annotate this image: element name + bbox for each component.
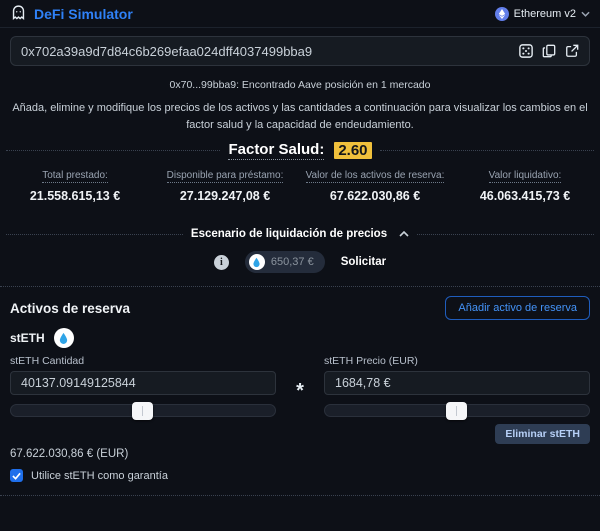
- steth-icon: [249, 254, 265, 270]
- health-factor-row: Factor Salud: 2.60: [0, 141, 600, 160]
- address-input[interactable]: [21, 44, 511, 59]
- liquidation-price-pill: 650,37 €: [245, 251, 325, 273]
- collateral-checkbox[interactable]: [10, 469, 23, 482]
- network-selector[interactable]: Ethereum v2: [495, 7, 590, 21]
- asset-symbol: stETH: [10, 331, 45, 345]
- price-column: stETH Precio (EUR): [324, 355, 590, 417]
- stat-label: Disponible para préstamo:: [167, 170, 284, 183]
- quantity-slider-thumb[interactable]: [132, 402, 153, 420]
- dice-icon[interactable]: [519, 44, 533, 58]
- collateral-checkbox-label: Utilice stETH como garantía: [31, 470, 168, 482]
- divider: [417, 234, 594, 235]
- price-input[interactable]: [324, 371, 590, 395]
- collateral-row: Utilice stETH como garantía: [10, 469, 590, 482]
- multiply-sign: *: [296, 380, 304, 403]
- liquidation-price-row: i 650,37 € Solicitar: [0, 251, 600, 273]
- divider: [6, 150, 220, 151]
- app-logo: DeFi Simulator: [10, 4, 133, 24]
- quantity-column: stETH Cantidad: [10, 355, 276, 417]
- steth-controls: stETH Cantidad * stETH Precio (EUR): [10, 355, 590, 417]
- stat-value: 67.622.030,86 €: [300, 189, 450, 203]
- steth-icon: [54, 328, 74, 348]
- position-found-status: 0x70...99bba9: Encontrado Aave posición …: [0, 79, 600, 91]
- quantity-label: stETH Cantidad: [10, 355, 276, 367]
- stat-total-borrowed: Total prestado: 21.558.615,13 €: [0, 169, 150, 203]
- divider: [6, 234, 183, 235]
- price-slider[interactable]: [324, 404, 590, 417]
- stat-label: Valor de los activos de reserva:: [306, 170, 445, 183]
- stat-net-asset-value: Valor liquidativo: 46.063.415,73 €: [450, 169, 600, 203]
- liquidation-price-value: 650,37 €: [271, 256, 314, 268]
- health-factor-value: 2.60: [334, 142, 371, 159]
- stat-label: Valor liquidativo:: [489, 170, 562, 183]
- stat-value: 27.129.247,08 €: [150, 189, 300, 203]
- chevron-down-icon: [581, 8, 590, 20]
- reserve-assets-section: Activos de reserva Añadir activo de rese…: [0, 296, 600, 482]
- price-slider-thumb[interactable]: [446, 402, 467, 420]
- info-icon[interactable]: i: [214, 255, 229, 270]
- stat-label: Total prestado:: [42, 170, 108, 183]
- steth-asset-row: stETH: [10, 328, 590, 348]
- chevron-up-icon: [399, 228, 409, 240]
- stat-value: 46.063.415,73 €: [450, 189, 600, 203]
- health-factor-label: Factor Salud:: [228, 141, 324, 160]
- network-label: Ethereum v2: [514, 8, 576, 20]
- quantity-slider[interactable]: [10, 404, 276, 417]
- address-bar: [10, 36, 590, 66]
- ethereum-icon: [495, 7, 509, 21]
- liquidation-scenario-title: Escenario de liquidación de precios: [191, 228, 387, 240]
- stat-reserve-asset-value: Valor de los activos de reserva: 67.622.…: [300, 169, 450, 203]
- price-label: stETH Precio (EUR): [324, 355, 590, 367]
- summary-stats: Total prestado: 21.558.615,13 € Disponib…: [0, 169, 600, 203]
- app-description: Añada, elimine y modifique los precios d…: [8, 100, 592, 134]
- quantity-input[interactable]: [10, 371, 276, 395]
- page-title: DeFi Simulator: [34, 6, 133, 22]
- ghost-icon: [10, 4, 27, 24]
- add-reserve-asset-button[interactable]: Añadir activo de reserva: [445, 296, 590, 320]
- stat-value: 21.558.615,13 €: [0, 189, 150, 203]
- reserve-assets-title: Activos de reserva: [10, 301, 130, 316]
- divider: [0, 286, 600, 287]
- stat-available-to-borrow: Disponible para préstamo: 27.129.247,08 …: [150, 169, 300, 203]
- liquidation-scenario-toggle[interactable]: Escenario de liquidación de precios: [0, 228, 600, 240]
- apply-button[interactable]: Solicitar: [341, 256, 386, 268]
- steth-total-value: 67.622.030,86 € (EUR): [10, 448, 590, 460]
- app-header: DeFi Simulator Ethereum v2: [0, 0, 600, 28]
- divider: [380, 150, 594, 151]
- copy-icon[interactable]: [542, 44, 556, 58]
- remove-steth-button[interactable]: Eliminar stETH: [495, 424, 590, 444]
- external-link-icon[interactable]: [565, 44, 579, 58]
